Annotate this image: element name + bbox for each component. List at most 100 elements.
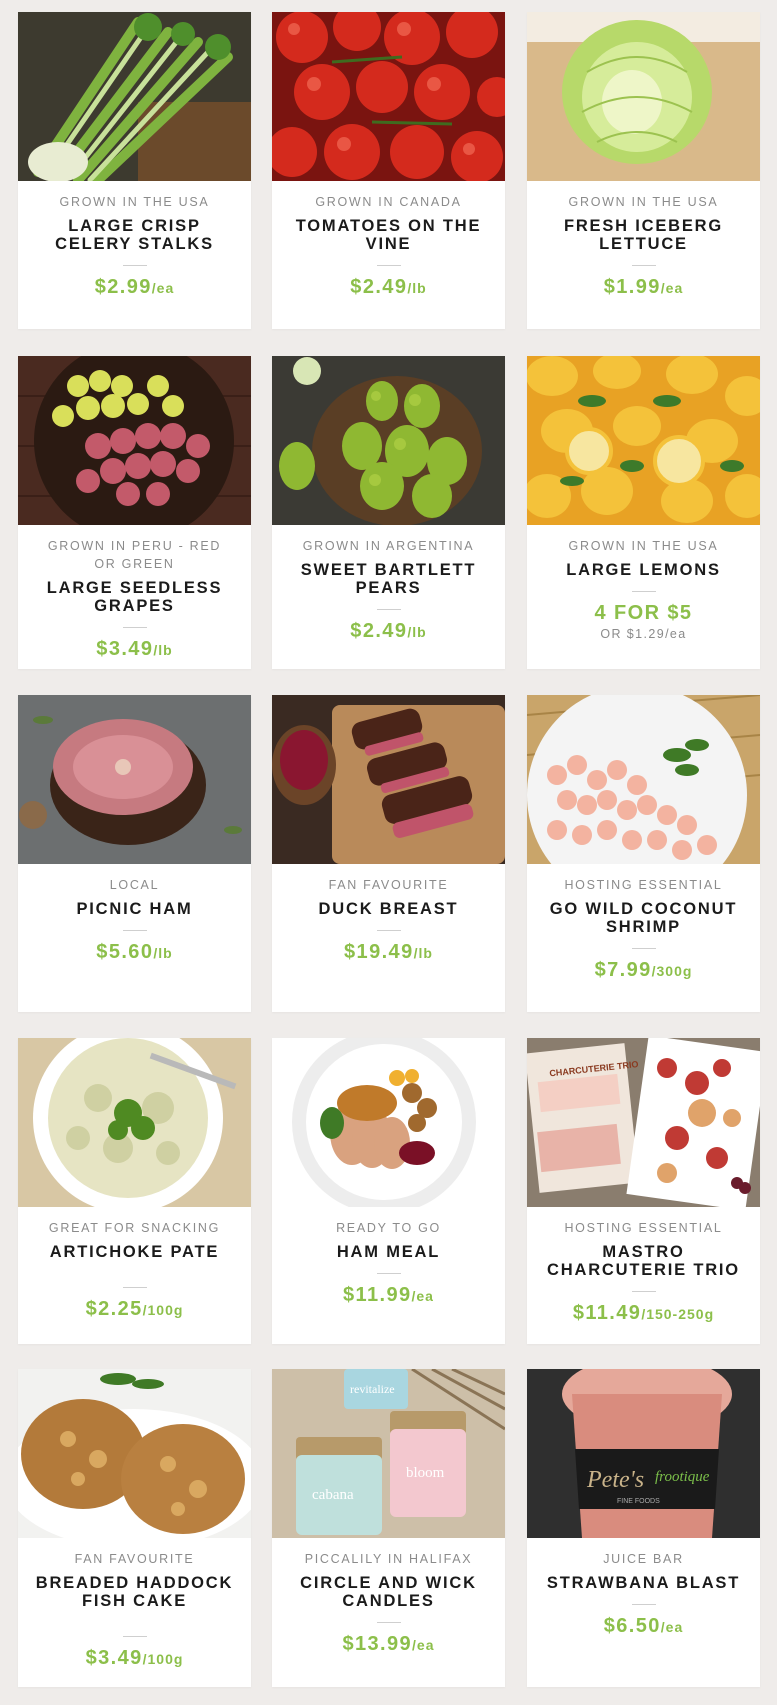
product-price: $2.49/lb <box>272 620 505 643</box>
product-origin: GROWN IN CANADA <box>315 195 462 209</box>
price-amount: $13.99 <box>342 1633 413 1655</box>
divider <box>376 1273 401 1274</box>
divider <box>122 1287 147 1288</box>
product-origin: LOCAL <box>109 878 160 892</box>
divider <box>376 265 401 266</box>
price-unit: /lb <box>413 945 433 961</box>
product-price: $7.99/300g <box>527 959 760 982</box>
product-card[interactable]: GROWN IN THE USA LARGE CRISP CELERY STAL… <box>18 12 251 329</box>
product-image-ham[interactable] <box>18 695 251 864</box>
product-card[interactable]: LOCAL PICNIC HAM $5.60/lb <box>18 695 251 1012</box>
price-unit: /ea <box>660 280 684 296</box>
product-origin: PICCALILY IN HALIFAX <box>304 1552 473 1566</box>
product-alt-price: OR $1.29/ea <box>600 627 687 641</box>
product-image-candles[interactable]: revitalize bloom cabana <box>272 1369 505 1538</box>
product-image-charcuterie[interactable]: CHARCUTERIE TRIO <box>527 1038 760 1207</box>
product-origin: READY TO GO <box>336 1221 441 1235</box>
product-image-ham-meal[interactable] <box>272 1038 505 1207</box>
price-unit: /lb <box>407 280 427 296</box>
product-image-shrimp[interactable] <box>527 695 760 864</box>
product-name[interactable]: GO WILD COCONUT SHRIMP <box>527 900 760 936</box>
product-origin: GROWN IN THE USA <box>568 539 719 553</box>
product-card[interactable]: Pete's frootique FINE FOODS JUICE BAR ST… <box>527 1369 760 1687</box>
product-card[interactable]: CHARCUTERIE TRIO HOSTING ESSENTIAL MASTR… <box>527 1038 760 1344</box>
price-unit: /lb <box>153 945 173 961</box>
product-name[interactable]: PICNIC HAM <box>18 900 251 918</box>
product-name[interactable]: TOMATOES ON THE VINE <box>272 217 505 253</box>
product-card[interactable]: revitalize bloom cabana PICCALILY IN HAL… <box>272 1369 505 1687</box>
divider <box>631 265 656 266</box>
price-unit: /ea <box>412 1637 435 1653</box>
price-unit: /lb <box>153 642 173 658</box>
product-card[interactable]: GREAT FOR SNACKING ARTICHOKE PATE $2.25/… <box>18 1038 251 1344</box>
product-name[interactable]: CIRCLE AND WICK CANDLES <box>272 1574 505 1610</box>
divider <box>631 1291 656 1292</box>
product-origin: GROWN IN PERU - RED OR GREEN <box>47 539 222 571</box>
divider <box>376 1622 401 1623</box>
product-image-tomatoes[interactable] <box>272 12 505 181</box>
product-name[interactable]: BREADED HADDOCK FISH CAKE <box>18 1574 251 1610</box>
divider <box>122 1636 147 1637</box>
product-image-pears[interactable] <box>272 356 505 525</box>
product-card[interactable]: GROWN IN PERU - RED OR GREEN LARGE SEEDL… <box>18 356 251 669</box>
product-name[interactable]: STRAWBANA BLAST <box>527 1574 760 1592</box>
product-price: $2.49/lb <box>272 276 505 299</box>
product-card[interactable]: GROWN IN THE USA LARGE LEMONS 4 FOR $5 O… <box>527 356 760 669</box>
product-name[interactable]: SWEET BARTLETT PEARS <box>272 561 505 597</box>
price-amount: 4 FOR $5 <box>594 602 693 624</box>
price-amount: $5.60 <box>96 941 154 963</box>
product-name[interactable]: HAM MEAL <box>272 1243 505 1261</box>
price-unit: /100g <box>142 1302 184 1318</box>
product-image-artichoke-pate[interactable] <box>18 1038 251 1207</box>
product-image-lemons[interactable] <box>527 356 760 525</box>
product-image-duck[interactable] <box>272 695 505 864</box>
product-origin: HOSTING ESSENTIAL <box>564 878 723 892</box>
price-unit: /ea <box>660 1619 684 1635</box>
price-amount: $19.49 <box>344 941 414 963</box>
product-card[interactable]: FAN FAVOURITE DUCK BREAST $19.49/lb <box>272 695 505 1012</box>
product-price: $13.99/ea <box>272 1633 505 1656</box>
price-amount: $11.49 <box>572 1302 642 1324</box>
product-origin: FAN FAVOURITE <box>74 1552 195 1566</box>
price-amount: $2.49 <box>350 276 408 298</box>
cup-brand-2: frootique <box>655 1469 710 1485</box>
product-price: $2.99/ea <box>18 276 251 299</box>
product-card[interactable]: GROWN IN CANADA TOMATOES ON THE VINE $2.… <box>272 12 505 329</box>
divider <box>631 591 656 592</box>
product-name[interactable]: LARGE SEEDLESS GRAPES <box>18 579 251 615</box>
price-amount: $2.99 <box>94 276 152 298</box>
price-amount: $1.99 <box>603 276 661 298</box>
candle-label-revitalize: revitalize <box>350 1382 395 1396</box>
product-name[interactable]: ARTICHOKE PATE <box>18 1243 251 1261</box>
product-card[interactable]: FAN FAVOURITE BREADED HADDOCK FISH CAKE … <box>18 1369 251 1687</box>
product-name[interactable]: LARGE CRISP CELERY STALKS <box>18 217 251 253</box>
product-name[interactable]: LARGE LEMONS <box>527 561 760 579</box>
product-origin: GROWN IN ARGENTINA <box>302 539 475 553</box>
price-unit: /150-250g <box>641 1306 715 1322</box>
price-unit: /ea <box>151 280 175 296</box>
product-image-fish-cake[interactable] <box>18 1369 251 1538</box>
product-price: $5.60/lb <box>18 941 251 964</box>
product-price: $1.99/ea <box>527 276 760 299</box>
product-image-smoothie[interactable]: Pete's frootique FINE FOODS <box>527 1369 760 1538</box>
product-image-celery[interactable] <box>18 12 251 181</box>
divider <box>631 1604 656 1605</box>
product-name[interactable]: MASTRO CHARCUTERIE TRIO <box>527 1243 760 1279</box>
product-name[interactable]: DUCK BREAST <box>272 900 505 918</box>
product-origin: FAN FAVOURITE <box>328 878 449 892</box>
product-image-lettuce[interactable] <box>527 12 760 181</box>
cup-sub: FINE FOODS <box>617 1498 660 1505</box>
product-name[interactable]: FRESH ICEBERG LETTUCE <box>527 217 760 253</box>
product-card[interactable]: READY TO GO HAM MEAL $11.99/ea <box>272 1038 505 1344</box>
product-image-grapes[interactable] <box>18 356 251 525</box>
product-card[interactable]: GROWN IN ARGENTINA SWEET BARTLETT PEARS … <box>272 356 505 669</box>
product-origin: HOSTING ESSENTIAL <box>564 1221 723 1235</box>
product-origin: GROWN IN THE USA <box>59 195 210 209</box>
price-amount: $3.49 <box>96 638 154 660</box>
product-origin: JUICE BAR <box>603 1552 684 1566</box>
product-card[interactable]: HOSTING ESSENTIAL GO WILD COCONUT SHRIMP… <box>527 695 760 1012</box>
candle-label-bloom: bloom <box>406 1465 445 1481</box>
divider <box>122 930 147 931</box>
price-amount: $11.99 <box>343 1284 412 1306</box>
product-card[interactable]: GROWN IN THE USA FRESH ICEBERG LETTUCE $… <box>527 12 760 329</box>
